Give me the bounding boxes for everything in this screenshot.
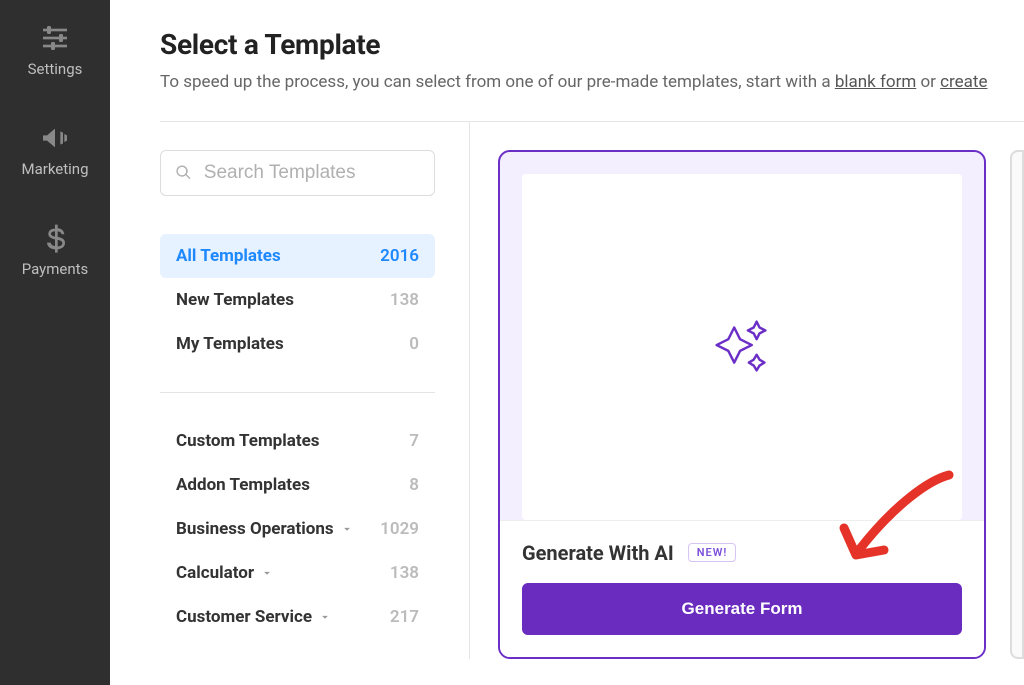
nav-item-payments[interactable]: Payments — [0, 200, 110, 300]
link-create[interactable]: create — [940, 72, 987, 92]
template-gallery: Generate With AI NEW! Generate Form — [470, 122, 1024, 659]
chevron-down-icon — [260, 566, 274, 580]
search-input[interactable] — [204, 162, 420, 184]
category-list-top: All Templates 2016 New Templates 138 My … — [160, 234, 435, 366]
nav-rail: Settings Marketing Payments — [0, 0, 110, 685]
category-business-operations[interactable]: Business Operations 1029 — [160, 507, 435, 551]
category-my-templates[interactable]: My Templates 0 — [160, 322, 435, 366]
megaphone-icon — [39, 122, 71, 154]
template-sidebar: All Templates 2016 New Templates 138 My … — [160, 122, 470, 659]
page-subtitle: To speed up the process, you can select … — [160, 71, 1024, 95]
chevron-down-icon — [318, 610, 332, 624]
category-new-templates[interactable]: New Templates 138 — [160, 278, 435, 322]
category-calculator[interactable]: Calculator 138 — [160, 551, 435, 595]
category-list-bottom: Custom Templates 7 Addon Templates 8 Bus… — [160, 419, 435, 639]
search-icon — [175, 163, 192, 182]
category-all-templates[interactable]: All Templates 2016 — [160, 234, 435, 278]
template-title-row: Generate With AI NEW! — [522, 541, 962, 565]
search-wrap[interactable] — [160, 150, 435, 196]
nav-label: Settings — [28, 60, 83, 78]
sparkle-icon — [703, 308, 781, 386]
category-customer-service[interactable]: Customer Service 217 — [160, 595, 435, 639]
content-row: All Templates 2016 New Templates 138 My … — [160, 122, 1024, 659]
template-card-next[interactable] — [1010, 150, 1024, 659]
new-badge: NEW! — [688, 543, 737, 562]
template-preview — [522, 174, 962, 520]
nav-item-marketing[interactable]: Marketing — [0, 100, 110, 200]
dollar-icon — [39, 222, 71, 254]
template-footer: Generate With AI NEW! Generate Form — [500, 520, 984, 657]
nav-label: Payments — [22, 260, 89, 278]
nav-item-settings[interactable]: Settings — [0, 0, 110, 100]
link-blank-form[interactable]: blank form — [835, 72, 916, 92]
chevron-down-icon — [340, 522, 354, 536]
page-title: Select a Template — [160, 28, 1024, 61]
main-content: Select a Template To speed up the proces… — [110, 0, 1024, 685]
generate-form-button[interactable]: Generate Form — [522, 583, 962, 635]
template-title: Generate With AI — [522, 541, 674, 565]
category-custom-templates[interactable]: Custom Templates 7 — [160, 419, 435, 463]
template-card-generate-ai[interactable]: Generate With AI NEW! Generate Form — [498, 150, 986, 659]
nav-label: Marketing — [21, 160, 88, 178]
category-divider — [160, 392, 435, 393]
category-addon-templates[interactable]: Addon Templates 8 — [160, 463, 435, 507]
settings-icon — [39, 22, 71, 54]
